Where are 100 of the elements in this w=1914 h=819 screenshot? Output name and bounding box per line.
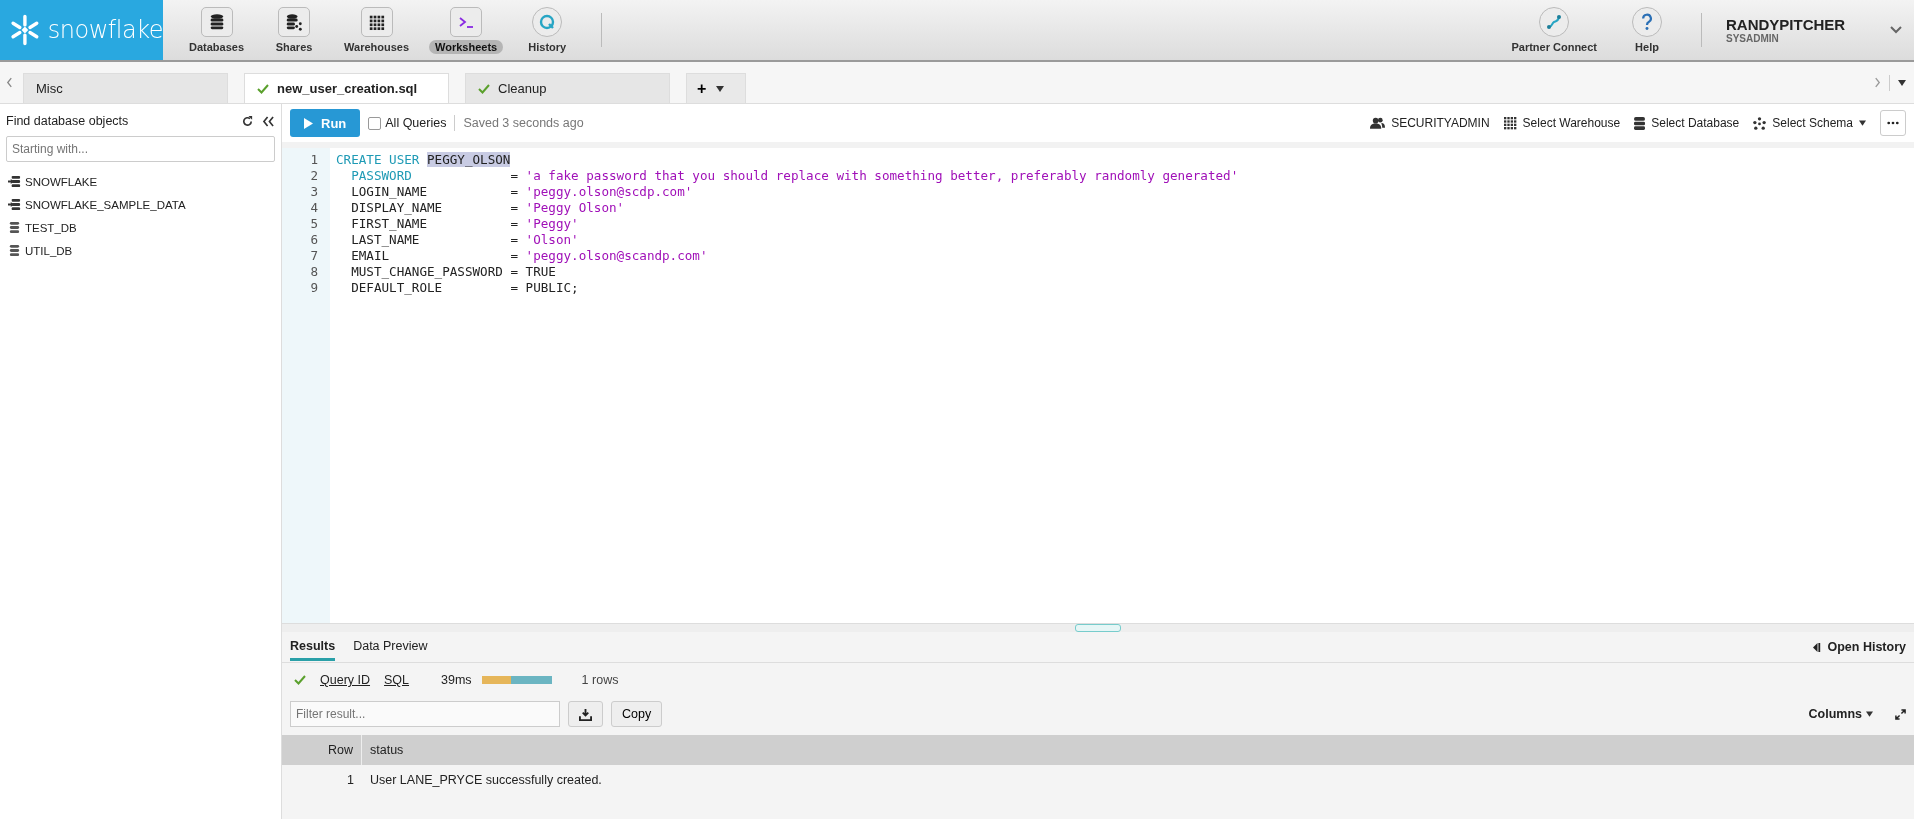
schema-dots-icon <box>1753 116 1767 130</box>
nav-item[interactable]: Worksheets <box>429 6 504 54</box>
copy-button[interactable]: Copy <box>611 701 663 727</box>
expand-icon[interactable] <box>1895 708 1906 720</box>
nav-label: Worksheets <box>429 39 504 54</box>
row-count: 1 rows <box>581 673 619 687</box>
line-number: 6 <box>310 232 318 248</box>
context-selector[interactable]: Select Schema <box>1753 116 1866 130</box>
worksheet-tab[interactable]: Cleanup <box>465 73 670 103</box>
checkmark-icon <box>257 83 269 94</box>
database-name: TEST_DB <box>25 221 77 234</box>
line-number: 9 <box>310 280 318 296</box>
checkbox[interactable] <box>368 116 382 130</box>
users-icon <box>1370 117 1386 129</box>
filter-field[interactable]: Filter result... <box>290 701 560 727</box>
sidebar-title: Find database objects <box>6 114 130 128</box>
code-line: EMAIL = 'peggy.olson@scandp.com' <box>350 248 709 264</box>
context-selector[interactable]: Select Warehouse <box>1503 116 1621 130</box>
code-line: DEFAULT_ROLE = PUBLIC; <box>350 280 580 296</box>
caret-down-icon[interactable] <box>716 85 725 92</box>
nav-label: Databases <box>188 39 246 54</box>
code-line: LAST_NAME = 'Olson' <box>350 232 580 248</box>
code-line: PASSWORD = 'a fake password that you should replace with something better, preferably randomly generated' <box>350 168 1239 184</box>
database-share-icon <box>285 12 304 31</box>
line-number: 5 <box>310 216 318 232</box>
nav-item[interactable]: Databases <box>183 6 251 54</box>
caret-down-icon[interactable] <box>1898 79 1906 86</box>
nav-label: Warehouses <box>343 39 411 54</box>
code-line: FIRST_NAME = 'Peggy' <box>350 216 580 232</box>
nav-label: Shares <box>274 39 314 54</box>
caret-down-icon <box>1859 120 1866 126</box>
code-line: DISPLAY_NAME = 'Peggy Olson' <box>350 200 626 216</box>
code-line: LOGIN_NAME = 'peggy.olson@scdp.com' <box>350 184 694 200</box>
chevron-right-icon[interactable] <box>1874 77 1881 88</box>
table-cell-text: User LANE_PRYCE successfully created. <box>369 773 602 787</box>
save-status: Saved 3 seconds ago <box>463 116 584 130</box>
download-button[interactable] <box>568 701 603 727</box>
caret-down-icon <box>1866 711 1873 717</box>
column-header: Row <box>282 735 362 765</box>
new-tab-button[interactable]: + <box>697 79 707 98</box>
code-line: CREATE USER PEGGY_OLSON <box>336 152 512 168</box>
warehouse-grid-icon <box>1503 116 1517 130</box>
database-name: SNOWFLAKE <box>25 175 98 188</box>
nav-item[interactable]: History <box>517 6 578 54</box>
database-item[interactable]: SNOWFLAKE <box>6 170 275 193</box>
database-item[interactable]: TEST_DB <box>6 216 275 239</box>
header-link-label: Help <box>1634 39 1660 54</box>
header-link[interactable]: Help <box>1617 6 1677 54</box>
line-number: 2 <box>310 168 318 184</box>
user-role: SYSADMIN <box>1726 33 1780 44</box>
line-number: 3 <box>310 184 318 200</box>
nav-label: History <box>527 39 568 54</box>
help-icon <box>1641 12 1653 31</box>
line-number: 4 <box>310 200 318 216</box>
sql-link[interactable]: SQL <box>384 673 410 687</box>
play-icon <box>304 117 313 129</box>
context-label: SECURITYADMIN <box>1391 116 1490 130</box>
database-item[interactable]: UTIL_DB <box>6 239 275 262</box>
duration: 39ms <box>441 673 472 687</box>
refresh-icon[interactable] <box>241 114 254 128</box>
more-button[interactable] <box>1880 110 1906 136</box>
line-number: 1 <box>310 152 318 168</box>
collapse-left-icon <box>1812 642 1822 652</box>
download-icon <box>579 707 592 721</box>
context-selector[interactable]: SECURITYADMIN <box>1370 116 1490 130</box>
columns-dropdown[interactable]: Columns <box>1808 707 1873 721</box>
nav-item[interactable]: Warehouses <box>338 6 416 54</box>
table-cell-text: 1 <box>346 772 355 789</box>
database-item[interactable]: SNOWFLAKE_SAMPLE_DATA <box>6 193 275 216</box>
search-field[interactable]: Starting with... <box>6 136 275 162</box>
collapse-icon[interactable] <box>262 115 275 127</box>
resize-handle[interactable] <box>1075 624 1121 632</box>
database-name: SNOWFLAKE_SAMPLE_DATA <box>25 198 186 211</box>
column-header: status <box>369 743 404 757</box>
line-number: 7 <box>310 248 318 264</box>
header-link[interactable]: Partner Connect <box>1505 6 1603 54</box>
context-selector[interactable]: Select Database <box>1634 116 1740 130</box>
worksheet-tab[interactable]: new_user_creation.sql <box>244 73 449 103</box>
context-label: Select Warehouse <box>1522 116 1621 130</box>
context-label: Select Schema <box>1772 116 1853 130</box>
chevron-left-icon[interactable] <box>6 77 13 88</box>
nav-item[interactable]: Shares <box>264 6 325 54</box>
logo-text: snowflake <box>47 16 163 44</box>
code-line: MUST_CHANGE_PASSWORD = TRUE <box>350 264 557 280</box>
header-link-label: Partner Connect <box>1510 39 1598 54</box>
database-name: UTIL_DB <box>25 244 73 257</box>
checkbox-label: All Queries <box>385 116 447 130</box>
database-icon <box>1634 116 1646 130</box>
results-tab[interactable]: Data Preview <box>353 633 428 661</box>
more-icon <box>1887 121 1899 125</box>
checkmark-icon <box>478 83 490 94</box>
line-number: 8 <box>310 264 318 280</box>
results-tab[interactable]: Results <box>290 633 336 661</box>
query-id-link[interactable]: Query ID <box>320 673 370 687</box>
context-label: Select Database <box>1651 116 1740 130</box>
worksheet-tab[interactable]: Misc <box>23 73 228 103</box>
checkmark-icon <box>294 675 306 685</box>
user-name: RANDYPITCHER <box>1726 16 1847 33</box>
chevron-down-icon[interactable] <box>1890 26 1902 34</box>
open-history-link[interactable]: Open History <box>1812 640 1906 654</box>
